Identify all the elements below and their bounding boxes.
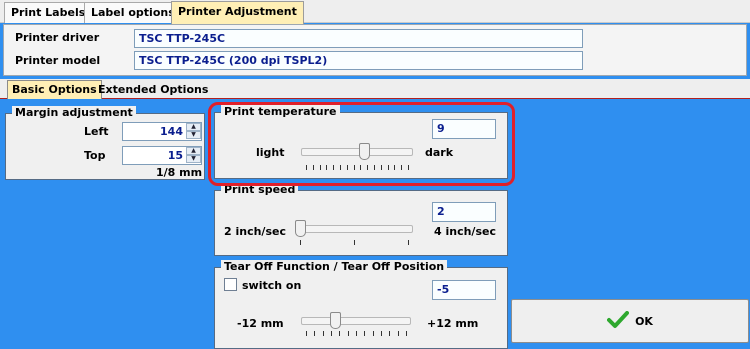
tear-off-slider-track[interactable] xyxy=(301,317,411,325)
speed-min-label: 2 inch/sec xyxy=(224,225,286,238)
ok-button[interactable]: OK xyxy=(511,299,749,343)
print-speed-group: Print speed 2 2 inch/sec 4 inch/sec xyxy=(214,183,508,256)
slider-tick xyxy=(339,331,341,336)
print-speed-value[interactable]: 2 xyxy=(432,202,496,222)
slider-tick xyxy=(397,331,399,336)
printer-info-panel: Printer driver TSC TTP-245C Printer mode… xyxy=(3,24,747,76)
spin-down-icon[interactable]: ▼ xyxy=(186,131,201,139)
slider-tick xyxy=(372,331,374,336)
tear-off-title: Tear Off Function / Tear Off Position xyxy=(221,260,448,273)
tear-off-switch-label: switch on xyxy=(242,279,302,292)
tear-off-min-label: -12 mm xyxy=(237,317,284,330)
tear-off-slider-thumb[interactable] xyxy=(329,312,341,329)
tab-printer-adjustment[interactable]: Printer Adjustment xyxy=(171,1,304,24)
slider-tick xyxy=(306,331,307,336)
slider-tick xyxy=(347,331,349,336)
slider-tick xyxy=(354,240,355,245)
margin-unit-label: 1/8 mm xyxy=(156,166,203,179)
margin-adjustment-group: Margin adjustment Left 144 ▲ ▼ Top 15 ▲ … xyxy=(5,106,205,180)
slider-tick xyxy=(406,331,407,336)
margin-top-value: 15 xyxy=(167,149,183,162)
slider-tick xyxy=(314,331,316,336)
speed-slider-thumb[interactable] xyxy=(295,220,306,237)
tab-label-options[interactable]: Label options xyxy=(84,2,182,23)
margin-top-label: Top xyxy=(84,149,106,162)
tear-off-switch-checkbox[interactable] xyxy=(224,278,237,291)
slider-tick xyxy=(389,331,391,336)
tear-off-position-value[interactable]: -5 xyxy=(432,280,496,300)
margin-left-label: Left xyxy=(84,125,109,138)
slider-tick xyxy=(356,331,357,336)
margin-left-value: 144 xyxy=(160,125,183,138)
main-tab-strip: Print Labels Label options Printer Adjus… xyxy=(0,0,750,24)
tab-print-labels[interactable]: Print Labels xyxy=(4,2,93,23)
slider-tick xyxy=(364,331,366,336)
printer-driver-label: Printer driver xyxy=(15,31,100,44)
tab-extended-options[interactable]: Extended Options xyxy=(94,81,212,99)
options-tab-strip: Basic Options Extended Options xyxy=(0,79,750,99)
spin-up-icon[interactable]: ▲ xyxy=(186,147,201,155)
tab-basic-options[interactable]: Basic Options xyxy=(7,80,102,99)
slider-tick xyxy=(322,331,324,336)
printer-model-field[interactable]: TSC TTP-245C (200 dpi TSPL2) xyxy=(134,51,583,70)
temperature-highlight-outline xyxy=(208,102,515,186)
checkmark-icon xyxy=(607,310,630,332)
slider-tick xyxy=(408,240,409,245)
speed-max-label: 4 inch/sec xyxy=(434,225,496,238)
slider-tick xyxy=(300,240,301,245)
margin-left-spinner[interactable]: 144 ▲ ▼ xyxy=(122,122,202,141)
margin-adjustment-title: Margin adjustment xyxy=(12,106,136,119)
speed-slider-track[interactable] xyxy=(295,225,413,233)
spin-down-icon[interactable]: ▼ xyxy=(186,155,201,163)
spin-up-icon[interactable]: ▲ xyxy=(186,123,201,131)
slider-tick xyxy=(381,331,382,336)
printer-driver-field[interactable]: TSC TTP-245C xyxy=(134,29,583,48)
ok-button-label: OK xyxy=(635,314,653,328)
margin-top-spinner[interactable]: 15 ▲ ▼ xyxy=(122,146,202,165)
slider-tick xyxy=(331,331,332,336)
tear-off-group: Tear Off Function / Tear Off Position sw… xyxy=(214,260,508,349)
tear-off-max-label: +12 mm xyxy=(427,317,479,330)
printer-model-label: Printer model xyxy=(15,54,101,67)
